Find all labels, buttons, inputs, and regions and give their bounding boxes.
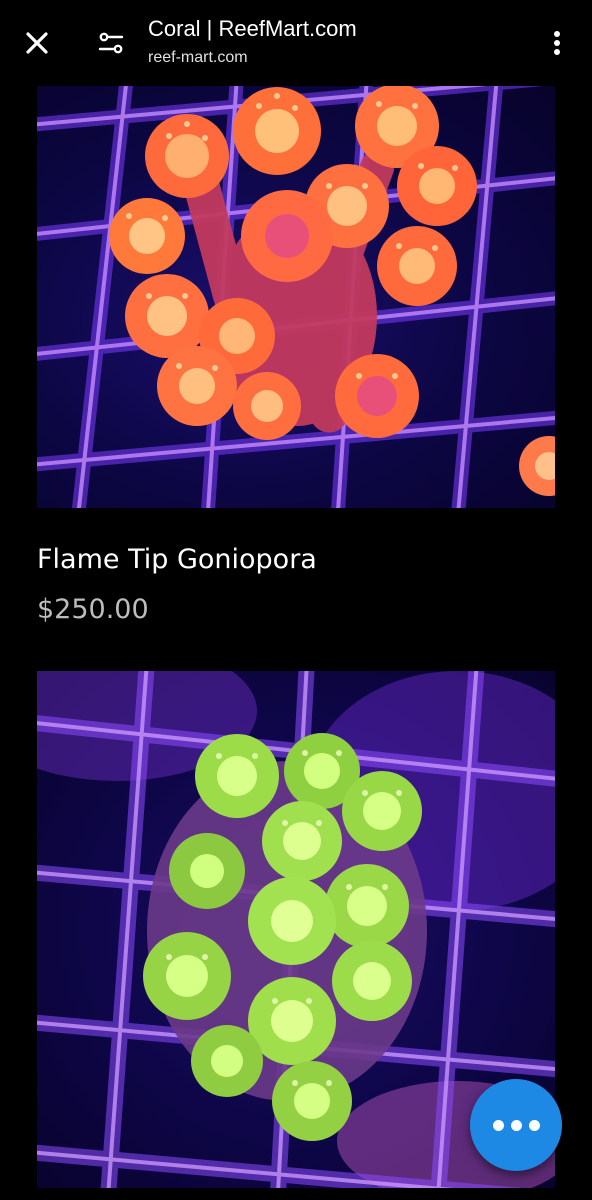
top-app-bar: Coral | ReefMart.com reef-mart.com: [0, 0, 592, 86]
product-price: $250.00: [37, 594, 149, 625]
product-image-flame-tip-goniopora[interactable]: [37, 86, 555, 508]
more-horizontal-icon: [492, 1119, 540, 1131]
orange-coral-photo: [37, 86, 555, 508]
close-icon: [26, 32, 48, 54]
close-button[interactable]: [20, 26, 54, 60]
more-options-button[interactable]: [540, 26, 574, 60]
page-url: reef-mart.com: [148, 49, 248, 66]
page-title: Coral | ReefMart.com: [148, 16, 357, 41]
tune-icon: [98, 32, 124, 54]
floating-action-button[interactable]: [470, 1079, 562, 1171]
product-name[interactable]: Flame Tip Goniopora: [37, 540, 317, 580]
page-info-button[interactable]: [94, 26, 128, 60]
more-vertical-icon: [554, 31, 560, 55]
page-title-block: Coral | ReefMart.com reef-mart.com: [148, 14, 508, 70]
